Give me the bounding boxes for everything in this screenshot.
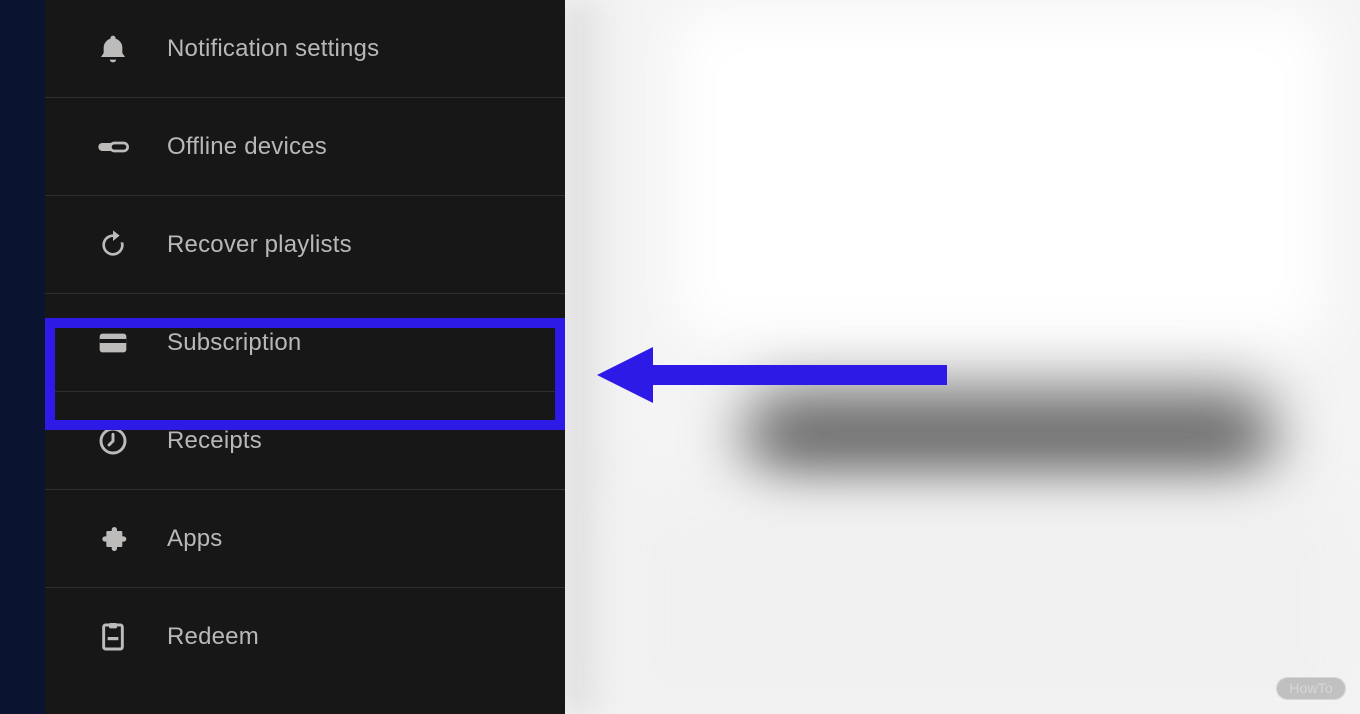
refresh-icon xyxy=(95,227,131,263)
clock-icon xyxy=(95,423,131,459)
settings-sidebar: Notification settings Offline devices Re… xyxy=(45,0,565,714)
sidebar-item-receipts[interactable]: Receipts xyxy=(45,392,565,490)
card-icon xyxy=(95,325,131,361)
watermark: HowTo xyxy=(1276,677,1346,700)
sidebar-item-offline-devices[interactable]: Offline devices xyxy=(45,98,565,196)
sidebar-item-label: Recover playlists xyxy=(167,231,352,259)
puzzle-icon xyxy=(95,521,131,557)
redeem-icon xyxy=(95,619,131,655)
toggle-icon xyxy=(95,129,131,165)
content-panel-blurred xyxy=(565,0,1360,714)
sidebar-item-label: Notification settings xyxy=(167,35,379,63)
sidebar-item-subscription[interactable]: Subscription xyxy=(45,294,565,392)
sidebar-item-redeem[interactable]: Redeem xyxy=(45,588,565,686)
sidebar-item-apps[interactable]: Apps xyxy=(45,490,565,588)
sidebar-item-label: Offline devices xyxy=(167,133,327,161)
sidebar-item-label: Apps xyxy=(167,525,223,553)
sidebar-item-label: Subscription xyxy=(167,329,301,357)
sidebar-item-label: Receipts xyxy=(167,427,262,455)
sidebar-item-recover-playlists[interactable]: Recover playlists xyxy=(45,196,565,294)
sidebar-item-notification-settings[interactable]: Notification settings xyxy=(45,0,565,98)
sidebar-item-label: Redeem xyxy=(167,623,259,651)
bell-icon xyxy=(95,31,131,67)
